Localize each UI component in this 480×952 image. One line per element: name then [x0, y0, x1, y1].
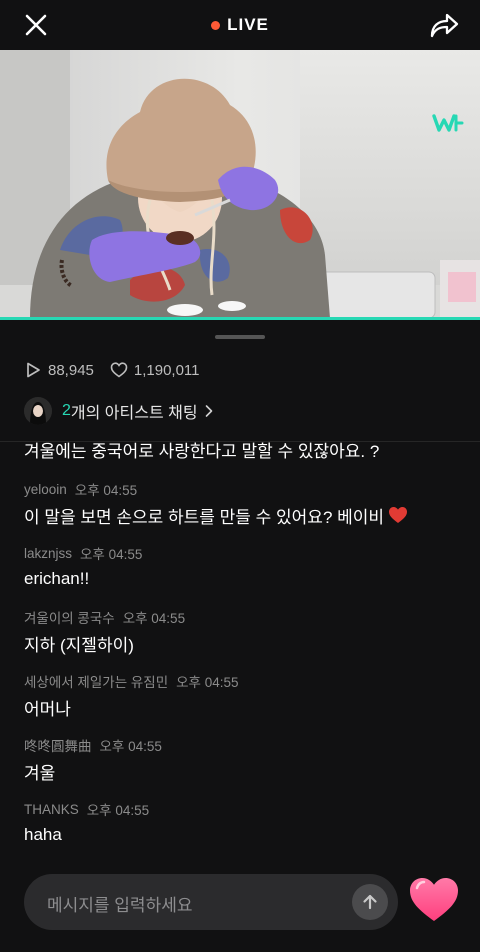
- live-label: LIVE: [227, 15, 269, 34]
- chat-message-text: 어머나: [24, 699, 71, 719]
- video-frame: [0, 50, 480, 318]
- chat-message-meta: 咚咚圓舞曲 오후 04:55: [24, 736, 162, 754]
- chat-username[interactable]: 겨울이의 콩국수: [24, 607, 115, 627]
- stream-stats: 88,945 1,190,011: [24, 359, 216, 381]
- like-count: 1,190,011: [133, 361, 200, 379]
- chat-message: 겨울이의 콩국수 오후 04:55 지하 (지젤하이): [24, 608, 185, 655]
- artist-avatar: [24, 397, 52, 425]
- chat-message: THANKS 오후 04:55 haha: [24, 800, 149, 846]
- chat-message-meta: THANKS 오후 04:55: [24, 800, 150, 819]
- weverse-logo-icon: [432, 114, 464, 132]
- chat-message-text: 겨울: [24, 763, 56, 783]
- live-dot: [211, 20, 221, 30]
- chat-message-text: erichan!!: [24, 569, 90, 588]
- share-icon: [430, 13, 459, 38]
- chat-message: 세상에서 제일가는 유짐민 오후 04:55 어머나: [24, 672, 239, 719]
- like-button[interactable]: [408, 876, 460, 924]
- chat-time: 오후 04:55: [74, 483, 138, 498]
- chat-time: 오후 04:55: [86, 803, 150, 818]
- play-count: 88,945: [48, 361, 94, 379]
- chat-message-meta: 겨울이의 콩국수 오후 04:55: [24, 608, 185, 626]
- chat-message-text: 지하 (지젤하이): [24, 635, 134, 655]
- chat-username[interactable]: yelooin: [24, 482, 67, 497]
- arrow-up-icon: [363, 894, 377, 910]
- chat-username[interactable]: THANKS: [24, 802, 79, 817]
- live-indicator: LIVE: [0, 0, 480, 50]
- artist-chat-link[interactable]: 2 개의 아티스트 채팅: [24, 396, 214, 426]
- artist-chat-label: 개의 아티스트 채팅: [70, 405, 198, 422]
- red-heart-emoji: [389, 507, 408, 523]
- live-progress-line: [0, 317, 480, 320]
- chat-message-text: 겨울에는 중국어로 사랑한다고 말할 수 있잖아요. ?: [24, 442, 380, 461]
- chat-list[interactable]: 겨울에는 중국어로 사랑한다고 말할 수 있잖아요. ? yelooin 오후 …: [0, 442, 480, 860]
- chat-time: 오후 04:55: [80, 547, 143, 562]
- heart-icon: [410, 878, 458, 921]
- chat-message: yelooin 오후 04:55 이 말을 보면 손으로 하트를 만들 수 있어…: [24, 480, 408, 527]
- chat-message-meta: yelooin 오후 04:55: [24, 480, 408, 499]
- play-icon: [27, 362, 40, 378]
- sheet-drag-handle[interactable]: [215, 335, 265, 339]
- chat-username[interactable]: 세상에서 제일가는 유짐민: [24, 671, 168, 691]
- chat-message: lakznjss 오후 04:55 erichan!!: [24, 544, 142, 590]
- live-video[interactable]: [0, 50, 480, 318]
- chat-time: 오후 04:55: [99, 739, 162, 754]
- chat-message-meta: 세상에서 제일가는 유짐민 오후 04:55: [24, 672, 239, 690]
- chat-message: 咚咚圓舞曲 오후 04:55 겨울: [24, 736, 162, 783]
- chat-username[interactable]: 咚咚圓舞曲: [24, 735, 92, 755]
- chat-username[interactable]: lakznjss: [24, 546, 72, 561]
- top-bar: LIVE: [0, 0, 480, 50]
- chat-message-body: 이 말을 보면 손으로 하트를 만들 수 있어요? 베이비: [24, 507, 385, 527]
- chat-message-partial: 겨울에는 중국어로 사랑한다고 말할 수 있잖아요. ?: [24, 442, 380, 461]
- chevron-right-icon: [205, 405, 212, 417]
- share-button[interactable]: [428, 10, 460, 40]
- artist-chat-count: 2: [62, 402, 71, 419]
- chat-time: 오후 04:55: [122, 611, 186, 626]
- chat-message-meta: lakznjss 오후 04:55: [24, 544, 143, 563]
- send-button[interactable]: [352, 884, 388, 920]
- chat-time: 오후 04:55: [176, 675, 239, 690]
- chat-message-text: 이 말을 보면 손으로 하트를 만들 수 있어요? 베이비: [24, 504, 408, 527]
- heart-outline-icon: [110, 362, 128, 378]
- chat-message-text: haha: [24, 825, 62, 844]
- message-input-placeholder: 메시지를 입력하세요: [47, 896, 193, 915]
